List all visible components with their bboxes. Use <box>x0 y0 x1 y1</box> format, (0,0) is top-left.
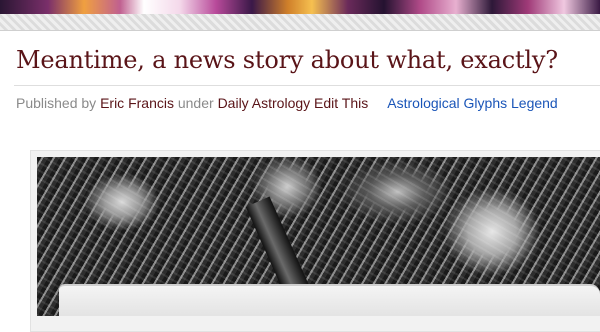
glyphs-legend-link[interactable]: Astrological Glyphs Legend <box>387 95 557 111</box>
header-stripe-band <box>0 14 600 30</box>
header-banner-image <box>0 0 600 14</box>
image-paper-edge <box>59 284 600 316</box>
title-divider <box>14 85 600 86</box>
post-meta: Published by Eric Francis under Daily As… <box>16 95 558 111</box>
author-link[interactable]: Eric Francis <box>100 95 174 111</box>
post-title[interactable]: Meantime, a news story about what, exact… <box>16 46 558 74</box>
edit-this-link[interactable]: Edit This <box>314 95 368 111</box>
under-label: under <box>177 95 214 111</box>
published-by-label: Published by <box>16 95 97 111</box>
header-divider <box>0 30 600 31</box>
category-link[interactable]: Daily Astrology <box>218 95 311 111</box>
post-image <box>37 157 600 316</box>
